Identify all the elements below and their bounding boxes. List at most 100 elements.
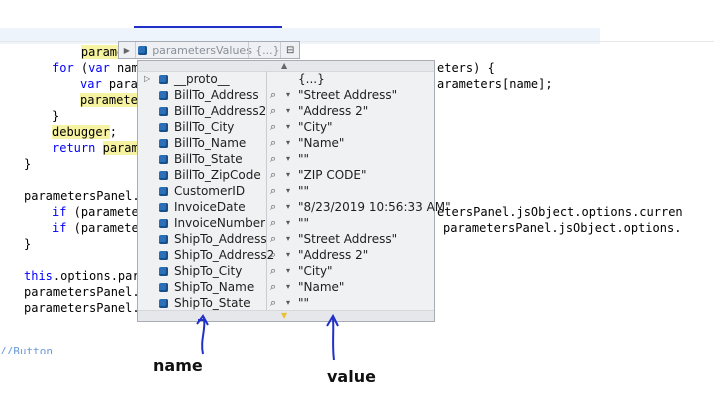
datatip-row[interactable]: BillTo_Address ⌕ ▾ "Street Address" (138, 87, 434, 103)
datatip-row[interactable]: ShipTo_Address ⌕ ▾ "Street Address" (138, 231, 434, 247)
visualizer-dropdown-icon[interactable]: ▾ (286, 247, 290, 263)
magnifier-icon[interactable]: ⌕ (270, 183, 276, 199)
scroll-up-icon[interactable]: ▲ (281, 61, 287, 70)
datatip-row[interactable]: BillTo_Address2 ⌕ ▾ "Address 2" (138, 103, 434, 119)
property-value[interactable]: "Name" (298, 135, 344, 151)
datatip-row[interactable]: BillTo_ZipCode ⌕ ▾ "ZIP CODE" (138, 167, 434, 183)
datatip-header[interactable]: ▶ parametersValues {...} ⊟ (118, 41, 300, 59)
magnifier-icon[interactable]: ⌕ (270, 263, 276, 279)
property-value[interactable]: "" (298, 215, 309, 231)
visualizer-dropdown-icon[interactable]: ▾ (286, 103, 290, 119)
datatip-row[interactable]: BillTo_City ⌕ ▾ "City" (138, 119, 434, 135)
visualizer-dropdown-icon[interactable]: ▾ (286, 215, 290, 231)
field-icon (159, 139, 168, 148)
code-line: } (24, 157, 32, 171)
field-icon (159, 251, 168, 260)
property-value[interactable]: "Street Address" (298, 87, 397, 103)
datatip-row[interactable]: BillTo_Name ⌕ ▾ "Name" (138, 135, 434, 151)
property-value[interactable]: "" (298, 295, 309, 311)
property-name: BillTo_ZipCode (174, 168, 261, 182)
code-line: debugger; (52, 125, 118, 139)
field-icon (159, 299, 168, 308)
pin-icon[interactable]: ⊟ (280, 42, 299, 58)
property-name: ShipTo_Address (174, 232, 267, 246)
property-value[interactable]: "" (298, 151, 309, 167)
property-name: InvoiceNumber (174, 216, 266, 230)
magnifier-icon[interactable]: ⌕ (270, 119, 276, 135)
visualizer-dropdown-icon[interactable]: ▾ (286, 263, 290, 279)
code-fragment: parametersPanel.jsObject.options. (443, 221, 682, 235)
pin-area[interactable]: ▶ (119, 42, 136, 58)
visualizer-dropdown-icon[interactable]: ▾ (286, 87, 290, 103)
keyword: var (88, 61, 110, 75)
visualizer-dropdown-icon[interactable]: ▾ (286, 119, 290, 135)
editor-separator (0, 41, 714, 42)
magnifier-icon[interactable]: ⌕ (270, 135, 276, 151)
property-value[interactable]: "City" (298, 263, 333, 279)
magnifier-icon[interactable]: ⌕ (270, 231, 276, 247)
code-line: if (paramete (52, 221, 139, 235)
expand-arrow-icon[interactable]: ▶ (124, 46, 130, 55)
property-value[interactable]: "8/23/2019 10:56:33 AM" (298, 199, 451, 215)
magnifier-icon[interactable]: ⌕ (270, 279, 276, 295)
magnifier-icon[interactable]: ⌕ (270, 199, 276, 215)
property-value[interactable]: "" (298, 183, 309, 199)
magnifier-icon[interactable]: ⌕ (270, 215, 276, 231)
visualizer-dropdown-icon[interactable]: ▾ (286, 279, 290, 295)
scroll-down-icon[interactable]: ▼ (281, 311, 287, 320)
field-icon (159, 187, 168, 196)
visualizer-dropdown-icon[interactable]: ▾ (286, 167, 290, 183)
datatip-row[interactable]: ShipTo_City ⌕ ▾ "City" (138, 263, 434, 279)
code-line: for (var name (52, 61, 146, 75)
property-name: ShipTo_Name (174, 280, 255, 294)
datatip-row[interactable]: InvoiceDate ⌕ ▾ "8/23/2019 10:56:33 AM" (138, 199, 451, 215)
datatip-row-proto[interactable]: ▷ __proto__ {...} (138, 71, 434, 87)
visualizer-dropdown-icon[interactable]: ▾ (286, 151, 290, 167)
magnifier-icon[interactable]: ⌕ (270, 151, 276, 167)
property-name: BillTo_State (174, 152, 243, 166)
visualizer-dropdown-icon[interactable]: ▾ (286, 135, 290, 151)
keyword: return (52, 141, 96, 155)
property-name: ShipTo_City (174, 264, 243, 278)
code-fragment: arameters[name]; (437, 77, 553, 91)
object-cube-icon (137, 45, 147, 55)
visualizer-dropdown-icon[interactable]: ▾ (286, 231, 290, 247)
property-value[interactable]: "Street Address" (298, 231, 397, 247)
datatip-row[interactable]: ShipTo_Name ⌕ ▾ "Name" (138, 279, 434, 295)
object-icon (159, 75, 168, 84)
field-icon (159, 203, 168, 212)
property-value: {...} (298, 72, 325, 86)
magnifier-icon[interactable]: ⌕ (270, 87, 276, 103)
code-line: if (paramete (52, 205, 139, 219)
datatip-row[interactable]: ShipTo_Address2 ⌕ ▾ "Address 2" (138, 247, 434, 263)
property-value[interactable]: "Name" (298, 279, 344, 295)
keyword: if (52, 205, 67, 219)
property-value[interactable]: "City" (298, 119, 333, 135)
datatip-row[interactable]: InvoiceNumber ⌕ ▾ "" (138, 215, 434, 231)
visualizer-dropdown-icon[interactable]: ▾ (286, 183, 290, 199)
magnifier-icon[interactable]: ⌕ (270, 103, 276, 119)
property-name: BillTo_Address (174, 88, 259, 102)
datatip-row[interactable]: BillTo_State ⌕ ▾ "" (138, 151, 434, 167)
datatip-row[interactable]: ShipTo_State ⌕ ▾ "" (138, 295, 434, 311)
property-value[interactable]: "Address 2" (298, 103, 368, 119)
property-name: ShipTo_Address2 (174, 248, 275, 262)
keyword: var (80, 77, 102, 91)
visualizer-dropdown-icon[interactable]: ▾ (286, 295, 290, 311)
code-line: parametersPanel.a (24, 285, 147, 299)
field-icon (159, 219, 168, 228)
property-name: BillTo_City (174, 120, 235, 134)
annotation-value-label: value (327, 367, 376, 386)
code-fragment: etersPanel.jsObject.options.curren (437, 205, 683, 219)
property-value[interactable]: "Address 2" (298, 247, 368, 263)
magnifier-icon[interactable]: ⌕ (270, 167, 276, 183)
scroll-down-button[interactable]: ▼ (138, 310, 434, 321)
magnifier-icon[interactable]: ⌕ (270, 247, 276, 263)
property-name: BillTo_Name (174, 136, 247, 150)
datatip-panel[interactable]: ▲ ▷ __proto__ {...} BillTo_Address ⌕ ▾ "Str… (137, 60, 451, 322)
expand-arrow-icon[interactable]: ▷ (144, 71, 150, 87)
magnifier-icon[interactable]: ⌕ (270, 295, 276, 311)
visualizer-dropdown-icon[interactable]: ▾ (286, 199, 290, 215)
property-value[interactable]: "ZIP CODE" (298, 167, 367, 183)
datatip-row[interactable]: CustomerID ⌕ ▾ "" (138, 183, 434, 199)
